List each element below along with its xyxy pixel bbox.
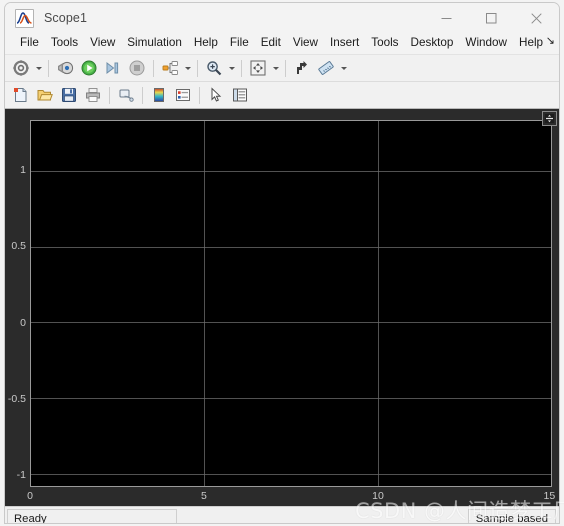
x-tick-label: 0: [27, 490, 33, 502]
new-figure-icon[interactable]: [9, 83, 33, 107]
x-axis-labels: 0 5 10 15: [27, 490, 555, 506]
plot-wrapper: 1 0.5 0 -0.5 -1 0 5 10 15: [5, 109, 559, 506]
open-file-icon[interactable]: [33, 83, 57, 107]
menu-overflow-arrow-icon[interactable]: ↘: [546, 36, 555, 47]
window-title: Scope1: [44, 11, 87, 25]
save-figure-icon[interactable]: [57, 83, 81, 107]
gridline-horizontal: [31, 170, 551, 172]
y-tick-label: 0.5: [11, 240, 26, 253]
maximize-button[interactable]: [469, 3, 514, 33]
status-ready-text: Ready: [7, 509, 177, 523]
pointer-select-icon[interactable]: [204, 83, 228, 107]
menu-item-view-1[interactable]: View: [84, 35, 121, 52]
scope-plot-panel: 1 0.5 0 -0.5 -1 0 5 10 15: [5, 109, 559, 506]
run-back-to-start-icon[interactable]: [53, 56, 77, 80]
title-bar: Scope1: [5, 3, 559, 33]
toolbar-separator: [142, 86, 143, 104]
menu-item-view-2[interactable]: View: [287, 35, 324, 52]
gridline-vertical: [204, 121, 206, 486]
figure-toolbar: [5, 82, 559, 109]
toolbar-separator: [197, 59, 198, 77]
menu-item-desktop[interactable]: Desktop: [405, 35, 460, 52]
zoom-dropdown-arrow[interactable]: [226, 57, 237, 79]
menu-item-window[interactable]: Window: [459, 35, 513, 52]
step-forward-icon[interactable]: [101, 56, 125, 80]
gridline-horizontal: [31, 246, 551, 248]
gridline-horizontal: [31, 398, 551, 400]
toolbar-separator: [109, 86, 110, 104]
signal-selector-dropdown-arrow[interactable]: [182, 57, 193, 79]
measurements-dropdown-arrow[interactable]: [338, 57, 349, 79]
signal-selector-icon[interactable]: [158, 56, 182, 80]
configuration-dropdown-arrow[interactable]: [33, 57, 44, 79]
x-tick-label: 15: [543, 490, 556, 502]
scope-toolbar: [5, 55, 559, 82]
zoom-in-icon[interactable]: [202, 56, 226, 80]
configuration-properties-icon[interactable]: [9, 56, 33, 80]
gridline-vertical: [377, 121, 379, 486]
x-tick-label: 5: [201, 490, 207, 502]
scope-axes[interactable]: [30, 120, 552, 487]
menu-item-edit[interactable]: Edit: [255, 35, 287, 52]
menu-item-file-1[interactable]: File: [14, 35, 45, 52]
toolbar-separator: [48, 59, 49, 77]
x-tick-label: 10: [372, 490, 384, 502]
y-tick-label: -0.5: [7, 392, 26, 405]
window-controls: [424, 3, 559, 33]
menu-item-help-1[interactable]: Help: [188, 35, 224, 52]
toolbar-separator: [199, 86, 200, 104]
autoscale-dropdown-arrow[interactable]: [270, 57, 281, 79]
toolbar-separator: [241, 59, 242, 77]
scope-window-root: Scope1 File Tools View Simulation Help F…: [0, 0, 564, 526]
plot-browser-icon[interactable]: [228, 83, 252, 107]
legend-icon[interactable]: [171, 83, 195, 107]
y-axis-labels: 1 0.5 0 -0.5 -1: [5, 120, 28, 487]
menu-item-insert[interactable]: Insert: [324, 35, 365, 52]
link-plot-icon[interactable]: [114, 83, 138, 107]
close-button[interactable]: [514, 3, 559, 33]
menu-item-file-2[interactable]: File: [224, 35, 255, 52]
y-tick-label: 0: [20, 316, 26, 329]
toolbar-separator: [153, 59, 154, 77]
run-icon[interactable]: [77, 56, 101, 80]
status-frame-mode: Sample based: [467, 509, 556, 523]
measurements-icon[interactable]: [314, 56, 338, 80]
print-figure-icon[interactable]: [81, 83, 105, 107]
menu-item-help-2[interactable]: Help: [513, 35, 549, 52]
style-icon[interactable]: [290, 56, 314, 80]
menu-bar: File Tools View Simulation Help File Edi…: [5, 33, 559, 55]
menu-item-tools-2[interactable]: Tools: [365, 35, 404, 52]
colorbar-icon[interactable]: [147, 83, 171, 107]
toolbar-separator: [285, 59, 286, 77]
minimize-button[interactable]: [424, 3, 469, 33]
gridline-horizontal: [31, 474, 551, 476]
gridline-horizontal: [31, 322, 551, 324]
y-tick-label: 1: [20, 163, 26, 176]
matlab-scope-icon: [15, 8, 34, 28]
menu-item-simulation[interactable]: Simulation: [121, 35, 188, 52]
y-tick-label: -1: [16, 469, 26, 482]
scope-window: Scope1 File Tools View Simulation Help F…: [4, 2, 560, 524]
status-bar: Ready Sample based: [5, 506, 559, 523]
autoscale-icon[interactable]: [246, 56, 270, 80]
stop-icon[interactable]: [125, 56, 149, 80]
expand-axes-icon[interactable]: [542, 111, 557, 126]
menu-item-tools-1[interactable]: Tools: [45, 35, 84, 52]
